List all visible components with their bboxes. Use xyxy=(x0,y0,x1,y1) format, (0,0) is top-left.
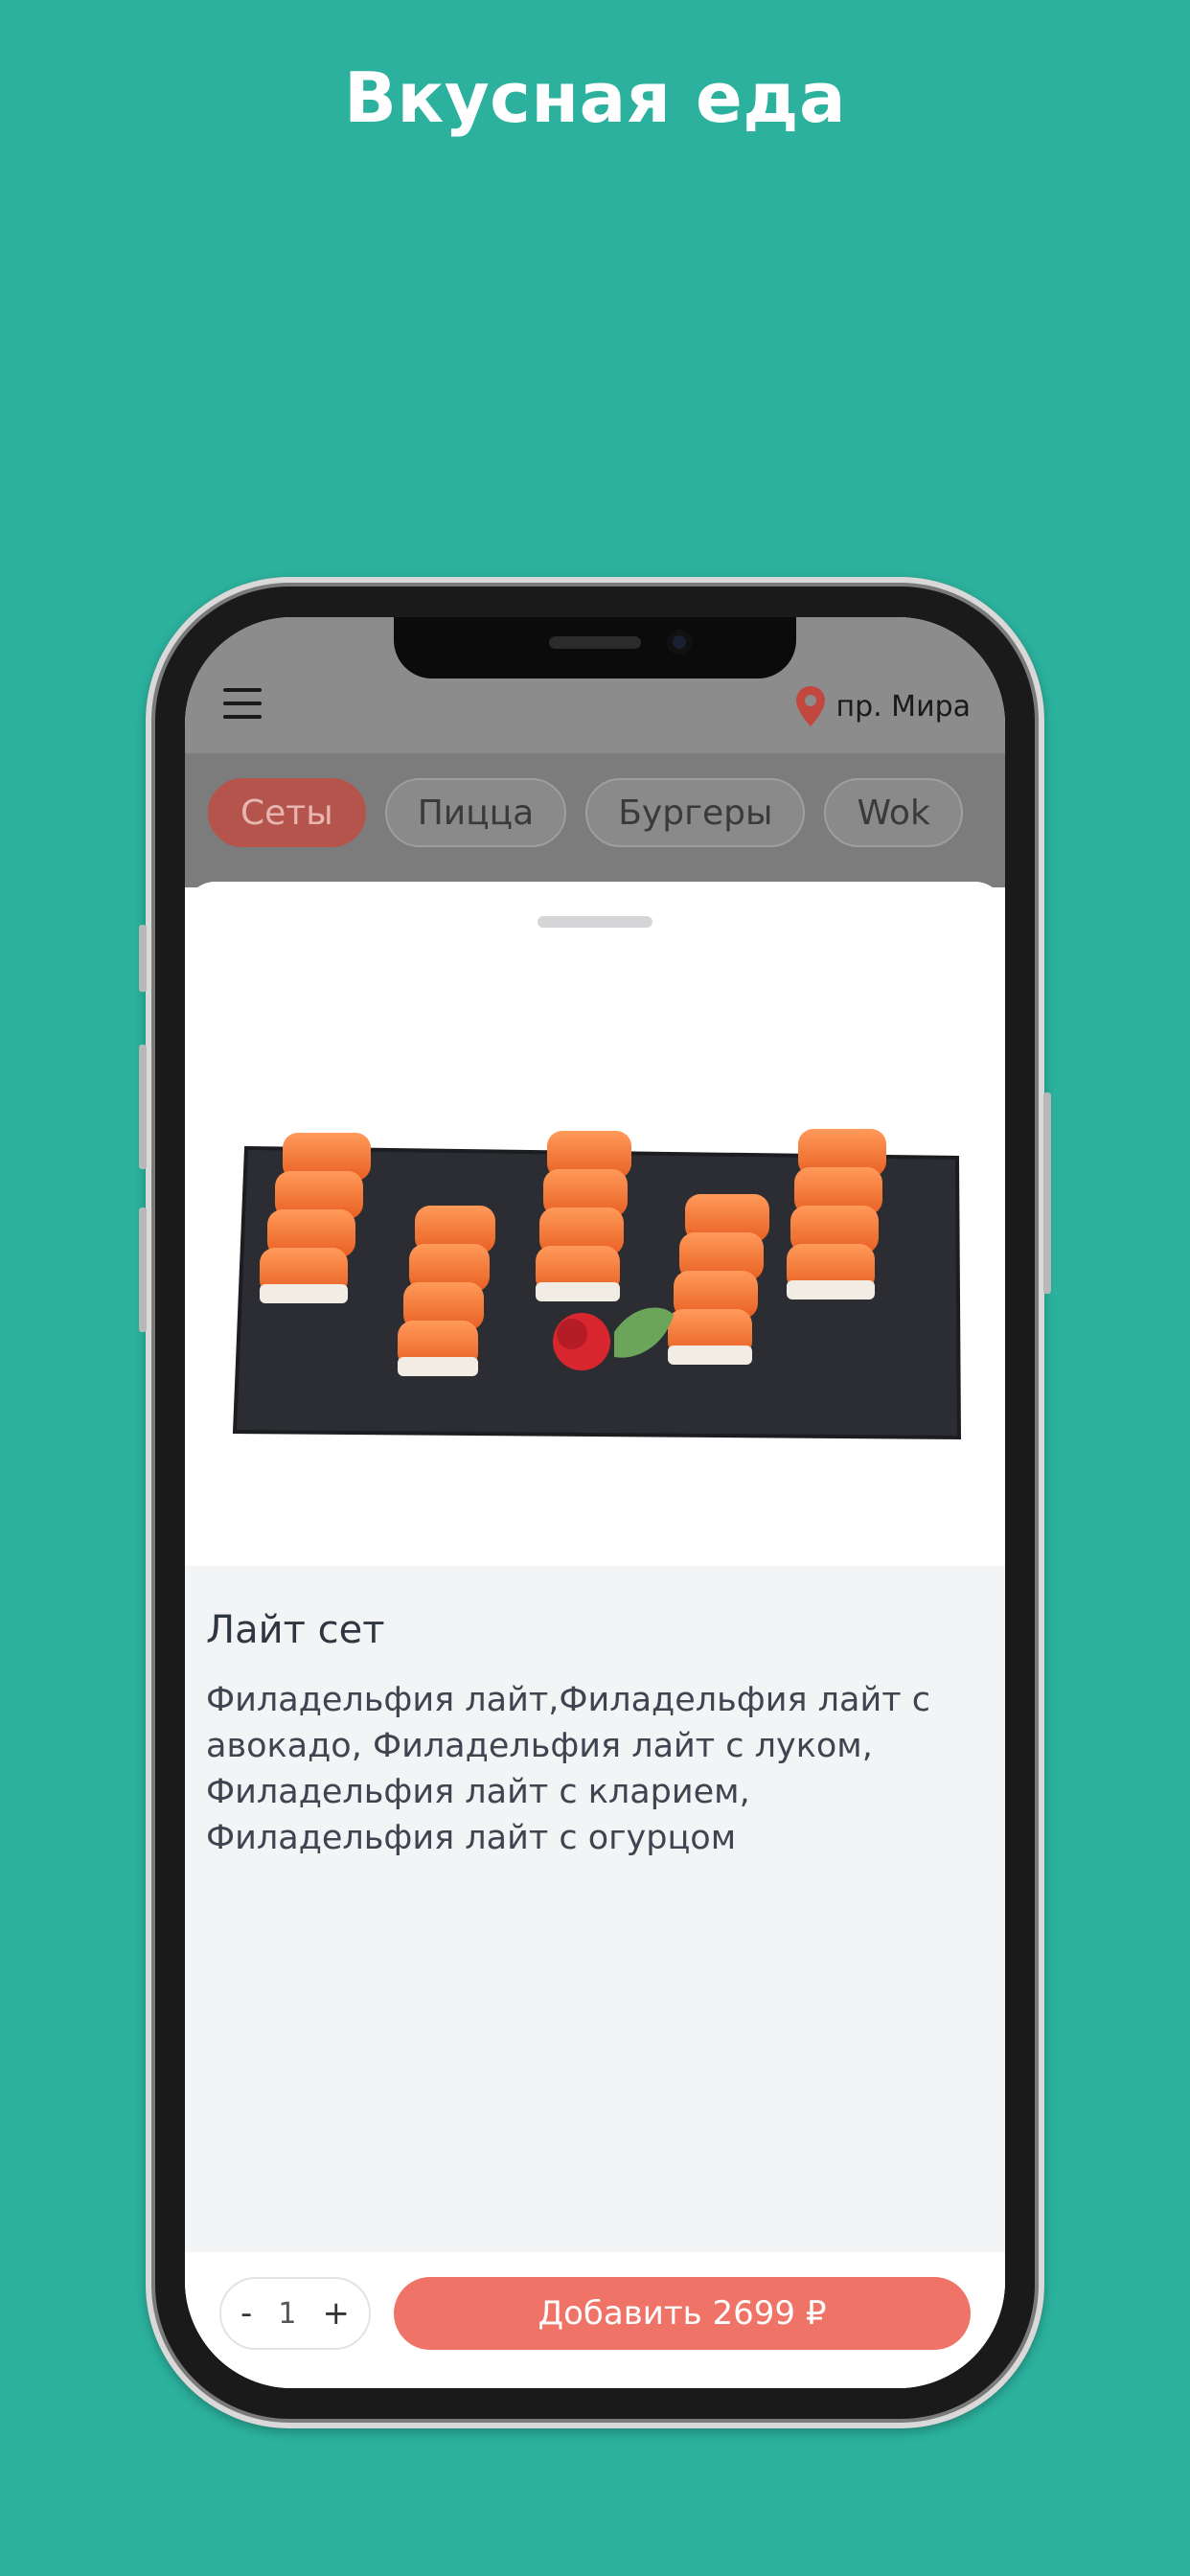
tab-burgers[interactable]: Бургеры xyxy=(585,778,806,847)
phone-power-button xyxy=(1043,1092,1051,1294)
product-photo xyxy=(185,882,1005,1566)
app-screen: пр. Мира Сеты Пицца Бургеры Wok Лайт сет… xyxy=(185,617,1005,2388)
category-tabs: Сеты Пицца Бургеры Wok xyxy=(208,778,963,847)
sushi-set-image xyxy=(232,1129,962,1440)
product-sheet: Лайт сет Филадельфия лайт,Филадельфия ла… xyxy=(185,882,1005,2388)
quantity-value: 1 xyxy=(278,2296,297,2331)
tab-label: Бургеры xyxy=(618,793,773,833)
location-pin-icon xyxy=(796,686,826,726)
sheet-drag-handle[interactable] xyxy=(538,916,652,928)
tab-sets[interactable]: Сеты xyxy=(208,778,366,847)
quantity-stepper: - 1 + xyxy=(219,2277,371,2350)
phone-volume-up xyxy=(139,1045,147,1169)
phone-volume-down xyxy=(139,1208,147,1332)
front-camera xyxy=(667,630,692,655)
product-info: Лайт сет Филадельфия лайт,Филадельфия ла… xyxy=(185,1566,1005,2252)
add-to-cart-button[interactable]: Добавить 2699 ₽ xyxy=(394,2277,971,2350)
product-description: Филадельфия лайт,Филадельфия лайт с авок… xyxy=(206,1681,930,1857)
product-title: Лайт сет xyxy=(206,1608,385,1652)
decrement-button[interactable]: - xyxy=(240,2294,252,2333)
promo-headline: Вкусная еда xyxy=(343,58,847,138)
phone-mute-switch xyxy=(139,925,147,992)
add-to-cart-bar: - 1 + Добавить 2699 ₽ xyxy=(185,2252,1005,2388)
tab-pizza[interactable]: Пицца xyxy=(384,778,567,847)
tab-label: Сеты xyxy=(240,793,333,833)
increment-button[interactable]: + xyxy=(323,2294,351,2333)
location-label: пр. Мира xyxy=(835,689,971,724)
speaker-grille xyxy=(549,636,641,649)
tab-label: Wok xyxy=(857,793,930,833)
phone-notch xyxy=(394,617,796,678)
hamburger-menu-icon[interactable] xyxy=(223,688,262,721)
tab-wok[interactable]: Wok xyxy=(824,778,963,847)
tab-label: Пицца xyxy=(417,793,535,833)
location-selector[interactable]: пр. Мира xyxy=(793,684,971,728)
